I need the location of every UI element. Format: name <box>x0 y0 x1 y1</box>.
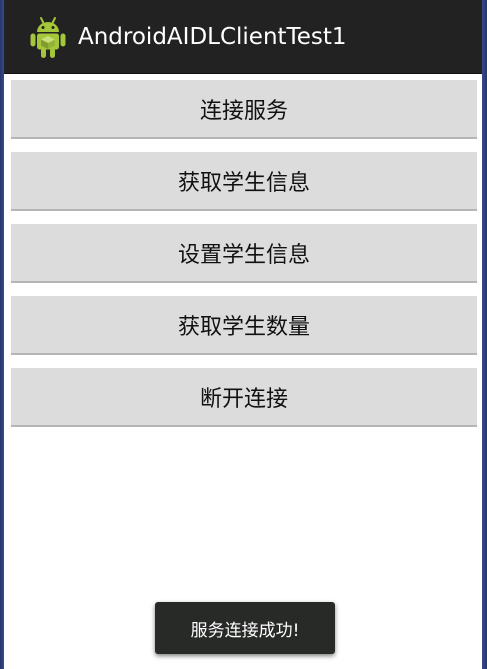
get-student-count-button[interactable]: 获取学生数量 <box>11 296 477 355</box>
get-student-info-button[interactable]: 获取学生信息 <box>11 152 477 211</box>
toast-message: 服务连接成功! <box>155 602 335 654</box>
connect-service-button[interactable]: 连接服务 <box>11 80 477 139</box>
app-title: AndroidAIDLClientTest1 <box>78 24 347 50</box>
main-content: 连接服务 获取学生信息 设置学生信息 获取学生数量 断开连接 <box>4 74 482 669</box>
set-student-info-button[interactable]: 设置学生信息 <box>11 224 477 283</box>
window-frame-right <box>482 0 487 669</box>
android-robot-icon <box>30 17 66 58</box>
action-bar: AndroidAIDLClientTest1 <box>4 0 482 74</box>
disconnect-button[interactable]: 断开连接 <box>11 368 477 427</box>
app-screen: AndroidAIDLClientTest1 连接服务 获取学生信息 设置学生信… <box>4 0 482 669</box>
